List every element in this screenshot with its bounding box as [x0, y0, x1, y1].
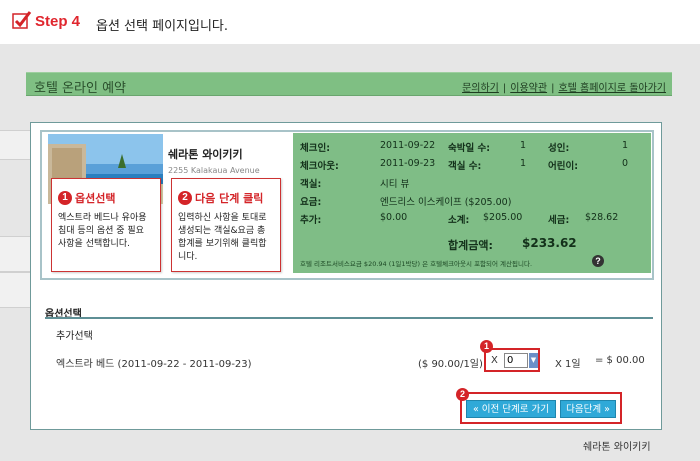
next-step-button[interactable]: 다음단계 » — [560, 400, 616, 418]
prev-step-button[interactable]: « 이전 단계로 가기 — [466, 400, 556, 418]
nights-value: 1 — [520, 140, 527, 151]
room-label: 객실: — [300, 179, 322, 190]
step-number-badge: 1 — [58, 190, 72, 205]
children-value: 0 — [622, 158, 629, 169]
quantity-highlight: X 0 ▼ — [484, 348, 540, 372]
quantity-select[interactable]: 0 — [504, 353, 528, 368]
step-description: 옵션 선택 페이지입니다. — [96, 19, 228, 34]
hotel-name: 쉐라톤 와이키키 — [168, 148, 243, 161]
callout-next-step: 2 다음 단계 클릭 입력하신 사항을 토대로 생성되는 객실&요금 총 합계를 … — [171, 178, 281, 272]
option-item-name: 엑스트라 베드 (2011-09-22 - 2011-09-23) — [56, 359, 252, 370]
option-total: = $ 00.00 — [595, 355, 645, 366]
rooms-value: 1 — [520, 158, 527, 169]
resort-fee-note: 호텔 리조트서비스요금 $20.94 (1일1박당) 은 호텔체크아웃시 포함되… — [300, 260, 533, 268]
callout-option-select: 1 옵션선택 엑스트라 베드나 유아용 침대 등의 옵션 중 필요 사항을 선택합… — [51, 178, 161, 272]
hotel-address: 2255 Kalakaua Avenue — [168, 166, 260, 175]
header-band: 호텔 온라인 예약 문의하기 | 이용약관 | 호텔 홈페이지로 돌아가기 — [26, 72, 672, 96]
page-title: 호텔 온라인 예약 — [34, 81, 126, 96]
rate-label: 요금: — [300, 197, 322, 208]
option-days: X 1일 — [555, 359, 581, 370]
step-title: Step 4 — [35, 13, 81, 30]
contact-link[interactable]: 문의하기 — [462, 83, 499, 94]
footer-hotel-name: 쉐라톤 와이키키 — [583, 442, 651, 453]
button-highlight: « 이전 단계로 가기 다음단계 » — [460, 392, 622, 424]
subtotal-value: $205.00 — [483, 212, 523, 223]
left-strip — [0, 130, 30, 160]
chevron-down-icon[interactable]: ▼ — [529, 353, 538, 368]
help-icon[interactable]: ? — [592, 255, 604, 267]
children-label: 어린이: — [548, 161, 579, 172]
callout-body: 엑스트라 베드나 유아용 침대 등의 옵션 중 필요 사항을 선택합니다. — [58, 213, 147, 249]
rooms-label: 객실 수: — [448, 161, 482, 172]
extra-label: 추가: — [300, 215, 322, 226]
subtotal-label: 소계: — [448, 215, 470, 226]
tax-label: 세금: — [548, 215, 570, 226]
step-number-badge: 2 — [178, 190, 192, 205]
header-links: 문의하기 | 이용약관 | 호텔 홈페이지로 돌아가기 — [462, 83, 666, 94]
section-divider — [45, 317, 653, 319]
subsection-title: 추가선택 — [56, 331, 93, 342]
total-label: 합계금액: — [448, 239, 493, 252]
step-number-badge: 1 — [480, 340, 493, 353]
extra-value: $0.00 — [380, 212, 408, 223]
adults-label: 성인: — [548, 143, 570, 154]
checkin-label: 체크인: — [300, 143, 331, 154]
adults-value: 1 — [622, 140, 629, 151]
step-number-badge: 2 — [456, 388, 469, 401]
tax-value: $28.62 — [585, 212, 619, 223]
hotel-home-link[interactable]: 호텔 홈페이지로 돌아가기 — [558, 83, 666, 94]
option-price: ($ 90.00/1일) — [418, 359, 483, 370]
terms-link[interactable]: 이용약관 — [510, 83, 547, 94]
checkmark-icon — [12, 11, 32, 29]
total-value: $233.62 — [522, 236, 577, 250]
left-strip — [0, 236, 30, 272]
checkin-value: 2011-09-22 — [380, 140, 436, 151]
room-value: 시티 뷰 — [380, 179, 410, 190]
rate-value: 엔드리스 이스케이프 ($205.00) — [380, 197, 512, 208]
callout-title: 옵션선택 — [75, 192, 116, 205]
nights-label: 숙박일 수: — [448, 143, 491, 154]
checkout-value: 2011-09-23 — [380, 158, 436, 169]
callout-title: 다음 단계 클릭 — [195, 192, 264, 205]
checkout-label: 체크아웃: — [300, 161, 339, 172]
callout-body: 입력하신 사항을 토대로 생성되는 객실&요금 총 합계를 보기위해 클릭합니다… — [178, 213, 267, 262]
step-bar: Step 4 옵션 선택 페이지입니다. — [0, 0, 700, 44]
multiply-sign: X — [491, 355, 498, 366]
left-strip — [0, 272, 30, 308]
